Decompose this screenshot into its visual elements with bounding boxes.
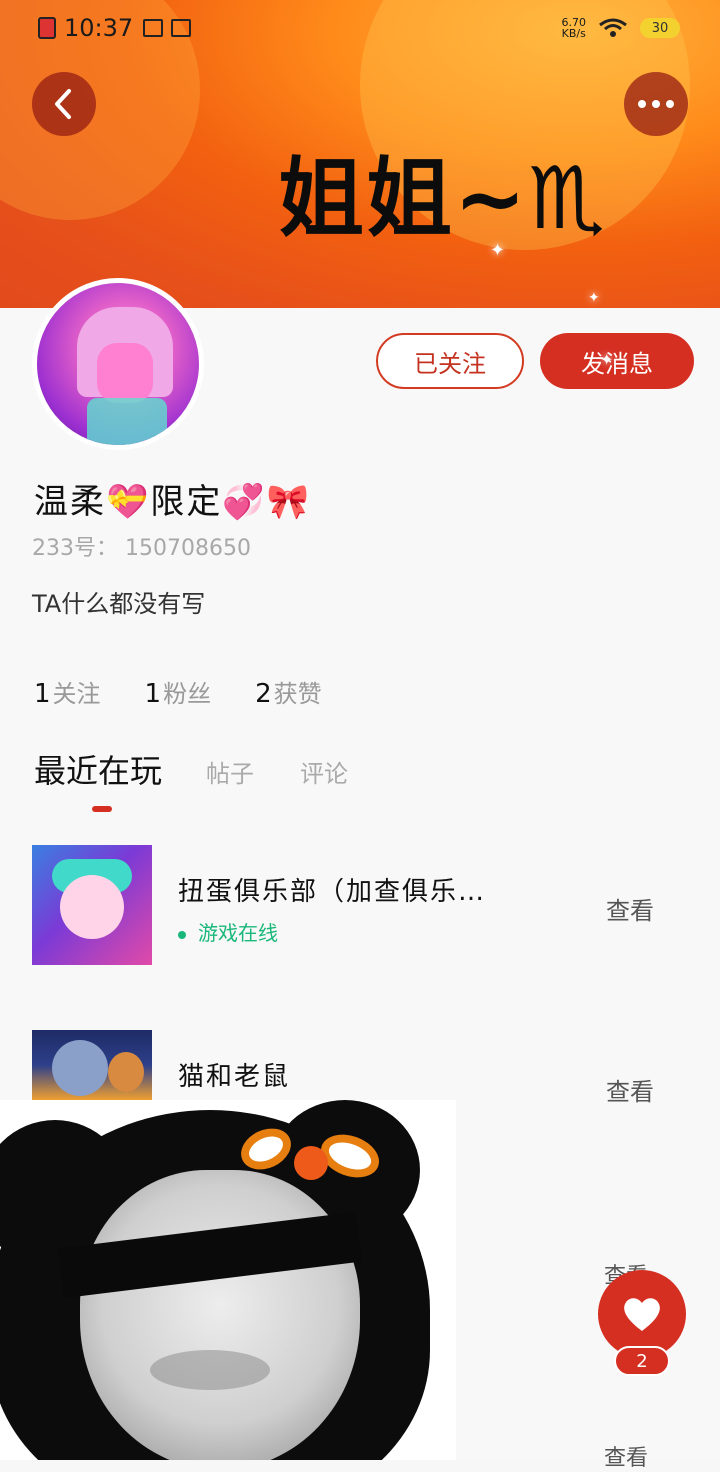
followed-button[interactable]: 已关注 — [376, 333, 524, 389]
view-button[interactable]: 查看 — [606, 891, 654, 926]
sticker-image — [0, 1100, 456, 1460]
chevron-left-icon — [55, 89, 71, 119]
sparkle-icon: ✦ — [588, 290, 600, 306]
status-time: 10:37 — [64, 14, 134, 42]
tab-posts[interactable]: 帖子 — [206, 754, 254, 789]
avatar[interactable] — [32, 278, 204, 450]
sparkle-icon: ✦ — [600, 350, 614, 369]
notification-icon — [143, 19, 164, 37]
game-title: 猫和老鼠 — [178, 1062, 291, 1092]
storage-icon — [171, 19, 192, 37]
like-button[interactable] — [598, 1270, 686, 1358]
stat-likes[interactable]: 2获赞 — [255, 674, 322, 709]
view-button[interactable]: 查看 — [606, 1072, 654, 1107]
user-id: 233号： 150708650 — [32, 536, 251, 561]
heart-icon — [624, 1298, 660, 1331]
game-title: 扭蛋俱乐部（加查俱乐… — [178, 877, 487, 907]
view-button[interactable]: 查看 — [604, 1440, 648, 1472]
online-dot-icon — [178, 930, 186, 939]
list-item[interactable]: 扭蛋俱乐部（加查俱乐… 游戏在线 查看 — [0, 845, 720, 975]
sparkle-icon: ✦ — [490, 240, 506, 261]
game-thumbnail[interactable] — [32, 845, 152, 965]
sim-icon — [38, 17, 56, 39]
profile-tabs: 最近在玩 帖子 评论 — [34, 746, 394, 792]
game-thumbnail[interactable] — [32, 1030, 152, 1100]
more-button[interactable] — [624, 72, 688, 136]
net-speed: 6.70 KB/s — [561, 16, 587, 40]
profile-stats: 1关注 1粉丝 2获赞 — [34, 674, 322, 709]
stat-followers[interactable]: 1粉丝 — [145, 674, 212, 709]
profile-banner: 10:37 6.70 KB/s 30 姐姐~♏ ✦ ✦ — [0, 0, 720, 310]
tab-comments[interactable]: 评论 — [300, 754, 348, 789]
more-dots-icon — [638, 100, 674, 108]
username: 温柔💝限定💞🎀 — [34, 482, 312, 522]
user-bio: TA什么都没有写 — [32, 590, 206, 618]
online-status: 游戏在线 — [178, 917, 278, 946]
bow-icon — [294, 1146, 328, 1180]
battery-icon: 30 — [640, 18, 680, 38]
tab-indicator — [92, 806, 112, 812]
like-count-badge: 2 — [614, 1346, 670, 1376]
tab-recently-played[interactable]: 最近在玩 — [34, 746, 162, 792]
banner-title: 姐姐~♏ — [278, 149, 608, 249]
stat-following[interactable]: 1关注 — [34, 674, 101, 709]
back-button[interactable] — [32, 72, 96, 136]
status-bar: 10:37 6.70 KB/s 30 — [38, 10, 680, 46]
wifi-icon — [599, 18, 627, 37]
send-message-button[interactable]: 发消息 — [540, 333, 694, 389]
